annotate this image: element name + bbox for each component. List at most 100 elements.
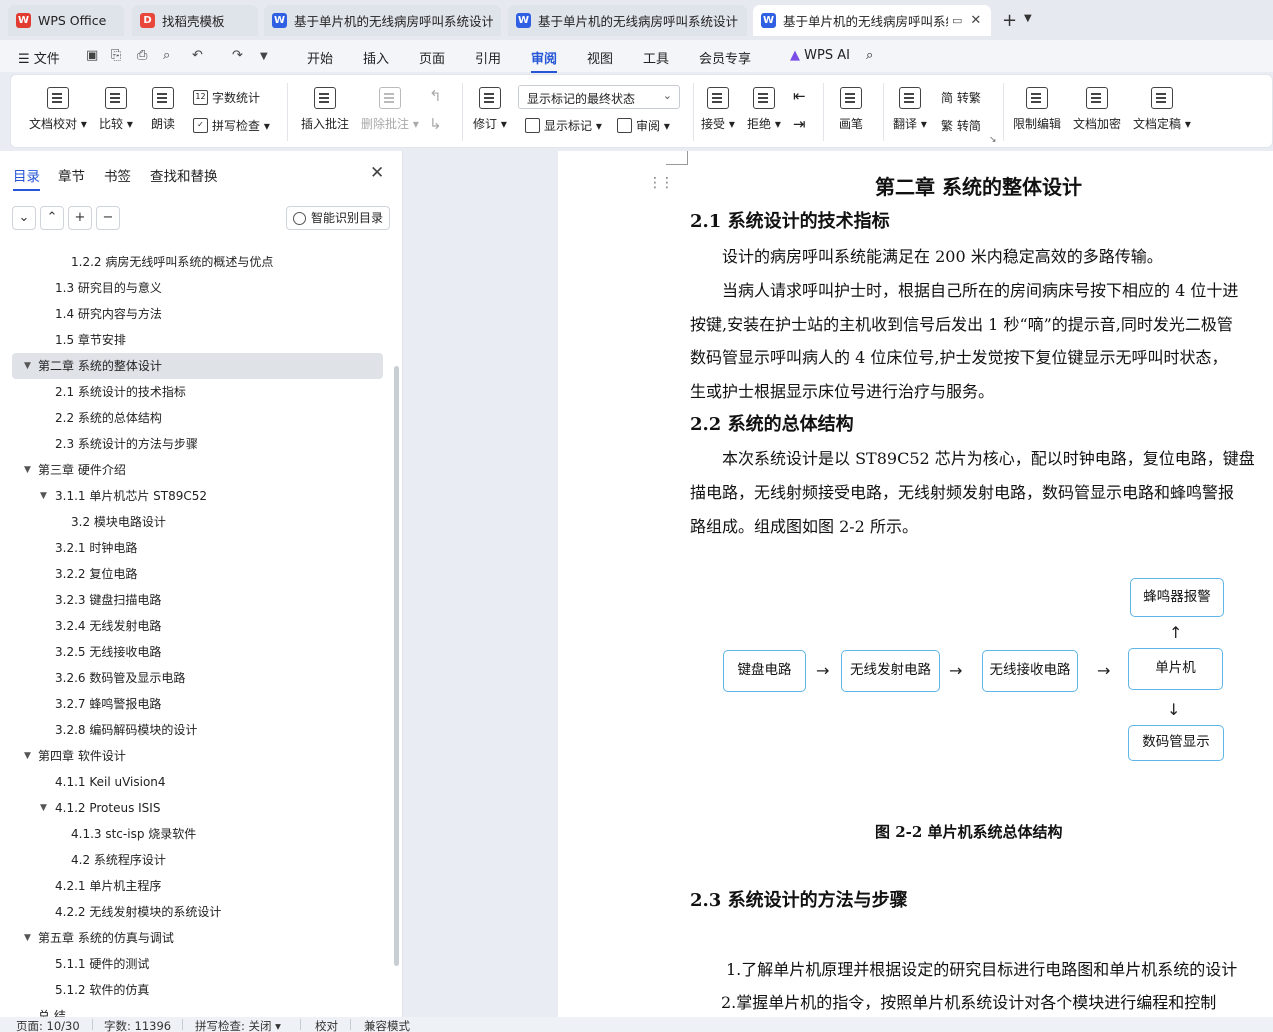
tab-wps-office[interactable]: W WPS Office bbox=[8, 5, 124, 36]
tab-document-2[interactable]: W 基于单片机的无线病房呼叫系统设计 bbox=[508, 5, 747, 36]
word-count-status[interactable]: 字数: 11396 bbox=[104, 1018, 171, 1032]
document-page[interactable]: ⋮⋮ 第二章 系统的整体设计 2.1 系统设计的技术指标 设计的病房呼叫系统能满… bbox=[558, 151, 1273, 1017]
wps-ai-button[interactable]: ▲ WPS AI bbox=[790, 48, 850, 63]
toc-item[interactable]: ▼ 第四章 软件设计 bbox=[0, 743, 395, 769]
accept-button[interactable]: 接受 ▾ bbox=[701, 87, 735, 132]
previous-comment-icon[interactable]: ↰ bbox=[429, 87, 442, 105]
menu-review[interactable]: 审阅 bbox=[531, 48, 558, 73]
quick-access-more-icon[interactable]: ▼ bbox=[260, 51, 268, 62]
toc-item[interactable]: 3.2.4 无线发射电路 bbox=[0, 613, 395, 639]
undo-icon[interactable]: ↶ bbox=[192, 48, 203, 63]
toc-item[interactable]: ▼ 3.1.1 单片机芯片 ST89C52 bbox=[0, 483, 395, 509]
expand-toggle-icon[interactable]: ▼ bbox=[24, 743, 31, 769]
markup-mode-select[interactable]: 显示标记的最终状态 ⌄ bbox=[518, 85, 680, 109]
toc-item[interactable]: 3.2.1 时钟电路 bbox=[0, 535, 395, 561]
close-tab-icon[interactable]: ✕ bbox=[970, 13, 981, 28]
menu-start[interactable]: 开始 bbox=[307, 48, 333, 67]
print-preview-icon[interactable]: ⌕ bbox=[163, 48, 170, 63]
toc-item[interactable]: 3.2.7 蜂鸣警报电路 bbox=[0, 691, 395, 717]
add-heading-button[interactable]: + bbox=[68, 206, 92, 230]
file-menu[interactable]: ☰ 文件 bbox=[18, 48, 60, 67]
toc-item[interactable]: 5.1.1 硬件的测试 bbox=[0, 951, 395, 977]
previous-change-icon[interactable]: ⇤ bbox=[793, 87, 806, 105]
read-aloud-button[interactable]: 朗读 bbox=[151, 87, 175, 132]
toc-item[interactable]: 2.2 系统的总体结构 bbox=[0, 405, 395, 431]
toc-item[interactable]: 3.2.2 复位电路 bbox=[0, 561, 395, 587]
save-icon[interactable]: ▣ bbox=[86, 48, 98, 63]
reject-button[interactable]: 拒绝 ▾ bbox=[747, 87, 781, 132]
toc-item[interactable]: 1.2.2 病房无线呼叫系统的概述与优点 bbox=[0, 249, 395, 275]
menu-view[interactable]: 视图 bbox=[587, 48, 613, 67]
expand-toggle-icon[interactable]: ▼ bbox=[24, 457, 31, 483]
toc-item[interactable]: 3.2.5 无线接收电路 bbox=[0, 639, 395, 665]
toc-item[interactable]: 3.2.8 编码解码模块的设计 bbox=[0, 717, 395, 743]
toc-item[interactable]: 3.2 模块电路设计 bbox=[0, 509, 395, 535]
toc-item[interactable]: 4.2 系统程序设计 bbox=[0, 847, 395, 873]
menu-reference[interactable]: 引用 bbox=[475, 48, 501, 67]
pen-button[interactable]: 画笔 bbox=[839, 87, 863, 132]
toc-item[interactable]: 4.1.1 Keil uVision4 bbox=[0, 769, 395, 795]
doc-check-button[interactable]: 文档校对 ▾ bbox=[29, 87, 87, 132]
next-change-icon[interactable]: ⇥ bbox=[793, 115, 806, 133]
toc-item[interactable]: ▼ 第五章 系统的仿真与调试 bbox=[0, 925, 395, 951]
track-changes-button[interactable]: 修订 ▾ bbox=[473, 87, 507, 132]
insert-comment-button[interactable]: 插入批注 bbox=[301, 87, 349, 132]
remove-heading-button[interactable]: − bbox=[96, 206, 120, 230]
drag-handle-icon[interactable]: ⋮⋮ bbox=[648, 175, 674, 191]
tab-document-1[interactable]: W 基于单片机的无线病房呼叫系统设计 bbox=[264, 5, 501, 36]
export-icon[interactable]: ⎘ bbox=[111, 48, 121, 63]
toc-item[interactable]: 1.4 研究内容与方法 bbox=[0, 301, 395, 327]
encrypt-button[interactable]: 文档加密 bbox=[1073, 87, 1121, 132]
restrict-edit-button[interactable]: 限制编辑 bbox=[1013, 87, 1061, 132]
tab-document-3[interactable]: W 基于单片机的无线病房呼叫系统 ▭ ✕ bbox=[753, 5, 991, 36]
compare-button[interactable]: 比较 ▾ bbox=[99, 87, 133, 132]
toc-item[interactable]: 2.1 系统设计的技术指标 bbox=[0, 379, 395, 405]
toc-item[interactable]: 4.2.1 单片机主程序 bbox=[0, 873, 395, 899]
spell-check-status[interactable]: 拼写检查: 关闭 ▾ bbox=[195, 1018, 281, 1032]
delete-comment-button[interactable]: 删除批注 ▾ bbox=[361, 87, 419, 132]
expand-toggle-icon[interactable]: ▼ bbox=[40, 795, 47, 821]
toc-item[interactable]: 1.5 章节安排 bbox=[0, 327, 395, 353]
spell-check-button[interactable]: ✓ 拼写检查 ▾ bbox=[193, 117, 270, 134]
finalize-button[interactable]: 文档定稿 ▾ bbox=[1133, 87, 1191, 132]
menu-insert[interactable]: 插入 bbox=[363, 48, 389, 67]
expand-toggle-icon[interactable]: ▼ bbox=[24, 925, 31, 951]
nav-tab-chapters[interactable]: 章节 bbox=[58, 165, 85, 185]
to-traditional-button[interactable]: 简 转繁 bbox=[941, 89, 981, 106]
toc-item[interactable]: ▼ 第二章 系统的整体设计 bbox=[12, 353, 383, 379]
dialog-launcher-icon[interactable]: ↘ bbox=[989, 135, 997, 145]
toc-item[interactable]: 2.3 系统设计的方法与步骤 bbox=[0, 431, 395, 457]
translate-button[interactable]: 翻译 ▾ bbox=[893, 87, 927, 132]
toc-item[interactable]: ▼ 4.1.2 Proteus ISIS bbox=[0, 795, 395, 821]
expand-toggle-icon[interactable]: ▼ bbox=[24, 353, 31, 379]
tab-daoke-template[interactable]: D 找稻壳模板 bbox=[132, 5, 258, 36]
menu-member[interactable]: 会员专享 bbox=[699, 48, 751, 67]
collapse-all-button[interactable]: ⌄ bbox=[12, 206, 36, 230]
nav-tab-find-replace[interactable]: 查找和替换 bbox=[150, 165, 218, 185]
menu-page[interactable]: 页面 bbox=[419, 48, 445, 67]
page-indicator[interactable]: 页面: 10/30 bbox=[16, 1018, 80, 1032]
toc-item[interactable]: ▼ 第三章 硬件介绍 bbox=[0, 457, 395, 483]
scrollbar[interactable] bbox=[394, 366, 399, 966]
to-simplified-button[interactable]: 繁 转简 bbox=[941, 117, 981, 134]
toc-item[interactable]: 4.1.3 stc-isp 烧录软件 bbox=[0, 821, 395, 847]
review-pane-button[interactable]: 审阅 ▾ bbox=[617, 117, 670, 134]
smart-toc-button[interactable]: 智能识别目录 bbox=[286, 206, 390, 230]
toc-item[interactable]: 5.1.2 软件的仿真 bbox=[0, 977, 395, 1003]
toc-item[interactable]: 3.2.3 键盘扫描电路 bbox=[0, 587, 395, 613]
redo-icon[interactable]: ↷ bbox=[232, 48, 243, 63]
next-comment-icon[interactable]: ↳ bbox=[429, 115, 442, 133]
toc-item[interactable]: 1.3 研究目的与意义 bbox=[0, 275, 395, 301]
proof-status[interactable]: 校对 bbox=[315, 1018, 338, 1032]
close-icon[interactable]: ✕ bbox=[370, 163, 384, 183]
chevron-down-icon[interactable]: ▼ bbox=[1024, 13, 1032, 24]
nav-tab-toc[interactable]: 目录 bbox=[13, 165, 40, 191]
expand-up-button[interactable]: ⌃ bbox=[40, 206, 64, 230]
toc-item[interactable]: 3.2.6 数码管及显示电路 bbox=[0, 665, 395, 691]
expand-toggle-icon[interactable]: ▼ bbox=[40, 483, 47, 509]
search-icon[interactable]: ⌕ bbox=[866, 48, 873, 63]
nav-tab-bookmarks[interactable]: 书签 bbox=[104, 165, 131, 185]
new-tab-icon[interactable]: + bbox=[1002, 10, 1017, 31]
toc-item[interactable]: 4.2.2 无线发射模块的系统设计 bbox=[0, 899, 395, 925]
print-icon[interactable]: ⎙ bbox=[137, 48, 147, 63]
